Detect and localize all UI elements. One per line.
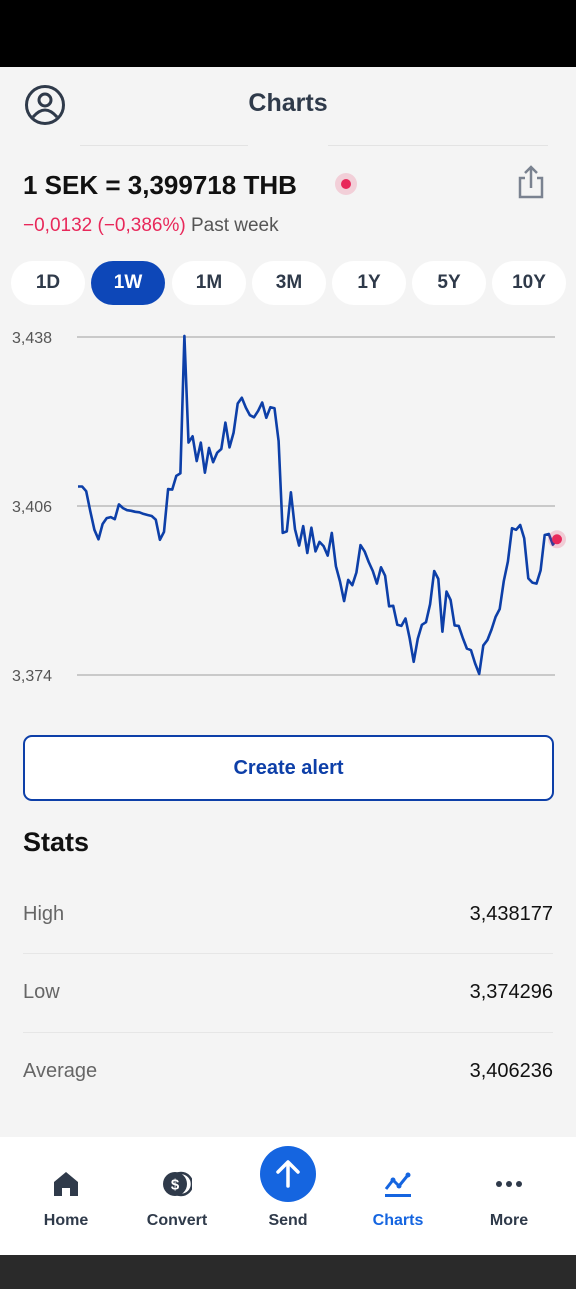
share-icon[interactable] bbox=[516, 164, 546, 200]
more-icon bbox=[496, 1181, 522, 1187]
change-value: −0,0132 (−0,386%) bbox=[23, 215, 186, 236]
stat-value: 3,438177 bbox=[469, 903, 553, 925]
stat-row-average: Average 3,406236 bbox=[23, 1052, 553, 1092]
period-selector: 1D 1W 1M 3M 1Y 5Y 10Y bbox=[11, 261, 567, 305]
stat-row-high: High 3,438177 bbox=[23, 895, 553, 935]
y-tick-label: 3,374 bbox=[12, 668, 52, 685]
nav-label: Home bbox=[43, 1212, 89, 1229]
rate-chart[interactable]: 3,438 3,406 3,374 bbox=[0, 320, 576, 700]
svg-text:$: $ bbox=[171, 1177, 180, 1194]
nav-home[interactable]: Home bbox=[11, 1137, 121, 1255]
nav-label: Convert bbox=[146, 1212, 208, 1229]
series-line bbox=[78, 334, 559, 676]
period-1m[interactable]: 1M bbox=[172, 261, 246, 305]
nav-charts[interactable]: Charts bbox=[343, 1137, 453, 1255]
divider bbox=[23, 953, 553, 954]
stat-label: Average bbox=[23, 1060, 98, 1082]
divider bbox=[23, 1032, 553, 1033]
stat-label: Low bbox=[23, 981, 60, 1003]
charts-icon bbox=[384, 1172, 411, 1197]
system-navigation-bar bbox=[0, 1255, 576, 1289]
stat-value: 3,406236 bbox=[469, 1060, 553, 1082]
nav-label: Charts bbox=[372, 1212, 424, 1229]
live-indicator bbox=[335, 173, 357, 195]
stat-label: High bbox=[23, 903, 65, 925]
nav-send[interactable]: Send bbox=[233, 1137, 343, 1255]
header-divider bbox=[328, 145, 548, 146]
status-bar bbox=[0, 0, 576, 67]
rate-change: −0,0132 (−0,386%) Past week bbox=[23, 215, 279, 237]
y-tick-label: 3,406 bbox=[12, 499, 52, 516]
stats-title: Stats bbox=[23, 827, 90, 857]
period-10y[interactable]: 10Y bbox=[492, 261, 566, 305]
y-tick-label: 3,438 bbox=[12, 330, 52, 347]
page-title: Charts bbox=[248, 89, 328, 117]
last-point-marker bbox=[552, 534, 562, 545]
create-alert-button[interactable]: Create alert bbox=[23, 735, 554, 801]
period-1d[interactable]: 1D bbox=[11, 261, 85, 305]
send-icon bbox=[276, 1160, 300, 1188]
period-1y[interactable]: 1Y bbox=[332, 261, 406, 305]
period-5y[interactable]: 5Y bbox=[412, 261, 486, 305]
stat-value: 3,374296 bbox=[469, 981, 553, 1003]
nav-label: More bbox=[489, 1212, 529, 1229]
period-3m[interactable]: 3M bbox=[252, 261, 326, 305]
period-1w[interactable]: 1W bbox=[91, 261, 165, 305]
convert-icon: $ bbox=[163, 1171, 192, 1197]
bottom-navigation: Home $ Convert Send Charts More bbox=[0, 1137, 576, 1255]
header-divider bbox=[80, 145, 248, 146]
home-icon bbox=[54, 1172, 78, 1196]
exchange-rate: 1 SEK = 3,399718 THB bbox=[23, 170, 297, 200]
change-period: Past week bbox=[190, 215, 279, 236]
stat-row-low: Low 3,374296 bbox=[23, 973, 553, 1013]
header: Charts bbox=[0, 67, 576, 147]
nav-convert[interactable]: $ Convert bbox=[122, 1137, 232, 1255]
nav-more[interactable]: More bbox=[454, 1137, 564, 1255]
nav-label: Send bbox=[268, 1212, 308, 1229]
